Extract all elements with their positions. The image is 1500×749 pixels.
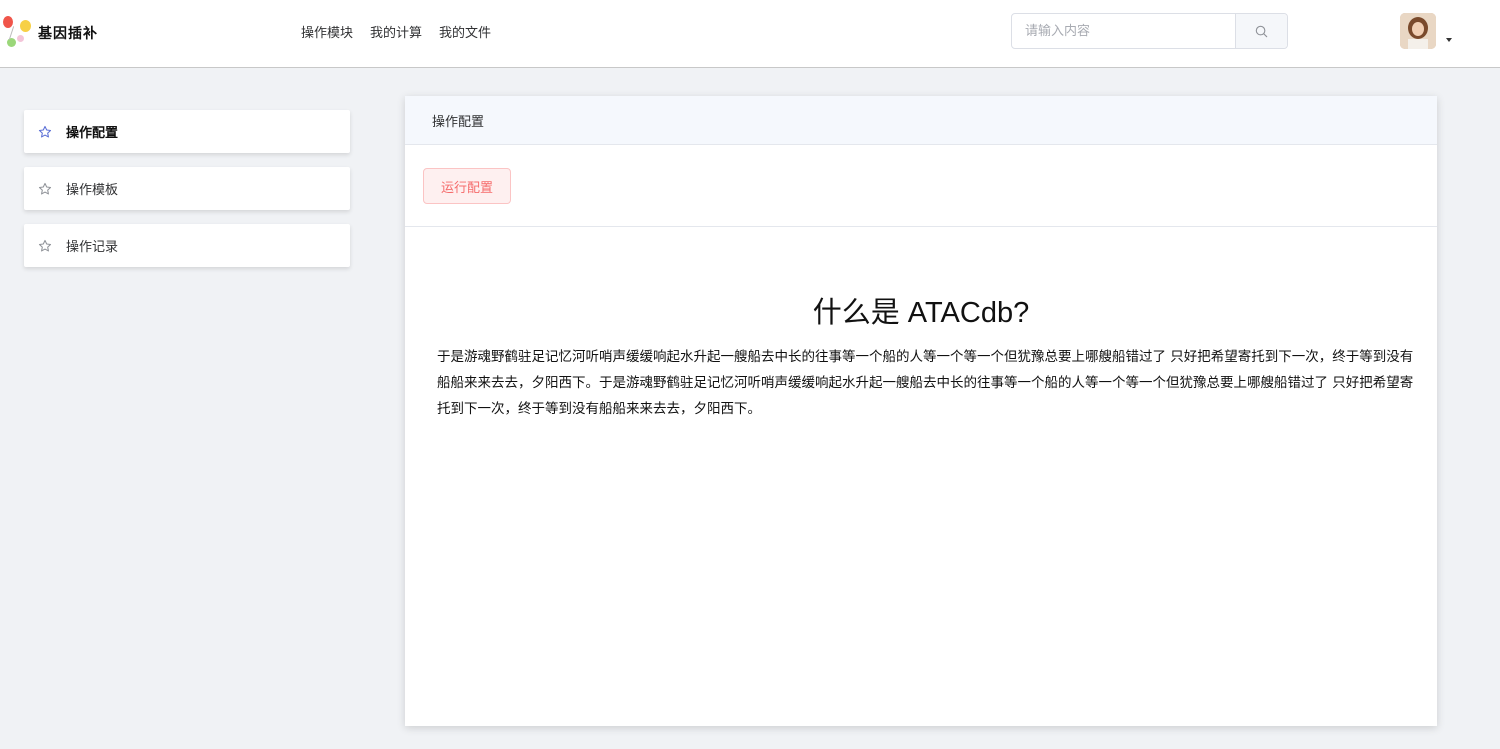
sidebar-item-label: 操作模板 — [66, 183, 119, 198]
balloon-pink — [17, 35, 24, 42]
search-icon — [1255, 25, 1268, 37]
app-logo[interactable]: 基因插补 — [2, 14, 102, 52]
card-header: 操作配置 — [405, 96, 1437, 145]
content-title: 什么是 ATACdb? — [812, 297, 1030, 329]
main-card: 操作配置 运行配置 什么是 ATACdb? 于是游魂野鹤驻足记忆河听哨声缓缓响起… — [405, 96, 1437, 726]
sidebar-item-operation-record[interactable]: 操作记录 — [24, 224, 350, 267]
search-button[interactable] — [1235, 14, 1287, 48]
user-avatar[interactable] — [1400, 13, 1436, 49]
search-box — [1011, 13, 1288, 49]
top-header: 基因插补 操作模块 我的计算 我的文件 — [0, 0, 1500, 68]
star-icon — [38, 124, 53, 139]
sidebar-item-label: 操作记录 — [66, 240, 119, 255]
run-config-button[interactable]: 运行配置 — [423, 168, 511, 204]
balloon-yellow — [20, 20, 31, 32]
star-icon — [38, 181, 53, 196]
card-title: 操作配置 — [432, 114, 485, 130]
caret-down-icon[interactable] — [1446, 38, 1452, 42]
card-toolbar: 运行配置 — [405, 145, 1437, 227]
search-input[interactable] — [1012, 14, 1235, 48]
sidebar-item-label: 操作配置 — [66, 126, 119, 141]
balloon-red — [3, 16, 13, 28]
nav-item-my-computations[interactable]: 我的计算 — [370, 22, 422, 41]
nav-item-my-files[interactable]: 我的文件 — [439, 22, 491, 41]
sidebar-item-operation-template[interactable]: 操作模板 — [24, 167, 350, 210]
star-icon — [38, 238, 53, 253]
top-nav: 操作模块 我的计算 我的文件 — [301, 22, 491, 41]
avatar-image — [1400, 13, 1436, 49]
logo-text: 基因插补 — [38, 26, 98, 42]
sidebar-item-operation-config[interactable]: 操作配置 — [24, 110, 350, 153]
content-body: 于是游魂野鹤驻足记忆河听哨声缓缓响起水升起一艘船去中长的往事等一个船的人等一个等… — [437, 349, 1414, 417]
nav-item-operation-module[interactable]: 操作模块 — [301, 22, 353, 41]
